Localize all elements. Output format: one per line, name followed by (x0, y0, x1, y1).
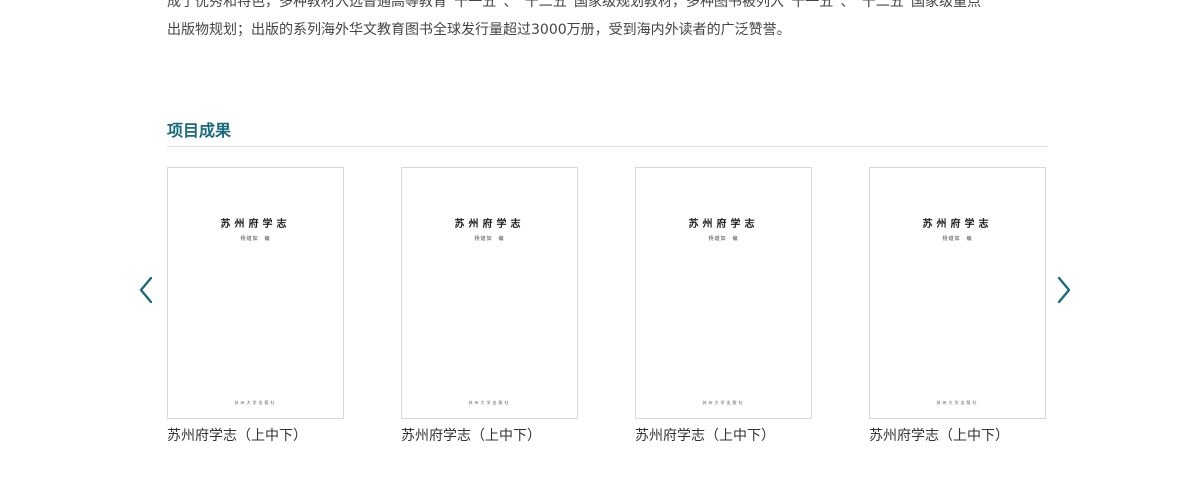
cover-publisher: 苏州大学出版社 (936, 400, 979, 405)
intro-line-2: 出版物规划；出版的系列海外华文教育图书全球发行量超过3000万册，受到海内外读者… (167, 22, 791, 38)
book-title-link[interactable]: 苏州府学志（上中下） (869, 425, 1046, 447)
cover-publisher: 苏州大学出版社 (468, 400, 511, 405)
book-carousel: 苏州府学志 杨燧如 编 苏州大学出版社 苏州府学志（上中下） 苏州府学志 杨燧如… (167, 167, 1047, 457)
book-title-link[interactable]: 苏州府学志（上中下） (401, 425, 578, 447)
book-card[interactable]: 苏州府学志 杨燧如 编 苏州大学出版社 苏州府学志（上中下） (869, 167, 1046, 447)
section-title: 项目成果 (167, 121, 232, 140)
book-cover-image[interactable]: 苏州府学志 杨燧如 编 苏州大学出版社 (167, 167, 344, 419)
cover-title: 苏州府学志 (454, 219, 525, 230)
cover-author: 杨燧如 编 (708, 236, 739, 242)
intro-text: 成了优秀和特色，多种教材入选普通高等教育“十一五”、“十二五”国家级规划教材，多… (167, 0, 1047, 44)
chevron-right-icon (1057, 276, 1071, 304)
book-title-link[interactable]: 苏州府学志（上中下） (167, 425, 344, 447)
book-card[interactable]: 苏州府学志 杨燧如 编 苏州大学出版社 苏州府学志（上中下） (167, 167, 344, 447)
cover-author: 杨燧如 编 (474, 236, 505, 242)
cover-title: 苏州府学志 (220, 219, 291, 230)
cover-author: 杨燧如 编 (240, 236, 271, 242)
book-cover-image[interactable]: 苏州府学志 杨燧如 编 苏州大学出版社 (635, 167, 812, 419)
cover-title: 苏州府学志 (688, 219, 759, 230)
section-divider (167, 146, 1047, 147)
book-cover-image[interactable]: 苏州府学志 杨燧如 编 苏州大学出版社 (401, 167, 578, 419)
carousel-next-button[interactable] (1055, 275, 1075, 305)
cover-author: 杨燧如 编 (942, 236, 973, 242)
intro-line-1: 成了优秀和特色，多种教材入选普通高等教育“十一五”、“十二五”国家级规划教材，多… (167, 0, 982, 10)
book-title-link[interactable]: 苏州府学志（上中下） (635, 425, 812, 447)
chevron-left-icon (139, 276, 153, 304)
cover-publisher: 苏州大学出版社 (702, 400, 745, 405)
cover-publisher: 苏州大学出版社 (234, 400, 277, 405)
book-cover-image[interactable]: 苏州府学志 杨燧如 编 苏州大学出版社 (869, 167, 1046, 419)
cover-title: 苏州府学志 (922, 219, 993, 230)
book-card[interactable]: 苏州府学志 杨燧如 编 苏州大学出版社 苏州府学志（上中下） (401, 167, 578, 447)
book-card[interactable]: 苏州府学志 杨燧如 编 苏州大学出版社 苏州府学志（上中下） (635, 167, 812, 447)
carousel-prev-button[interactable] (137, 275, 157, 305)
